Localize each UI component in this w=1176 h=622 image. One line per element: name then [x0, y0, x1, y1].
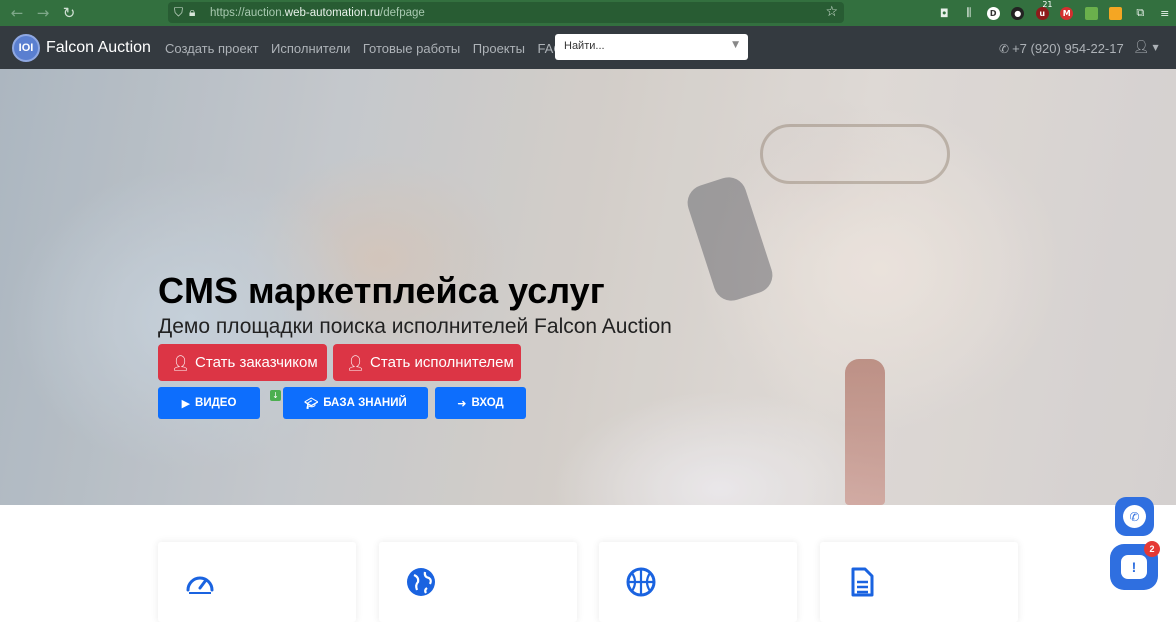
- pocket-icon[interactable]: ◘: [932, 4, 957, 22]
- viber-icon: ✆: [1123, 505, 1146, 528]
- lock-icon[interactable]: 🔒︎: [189, 5, 204, 20]
- viber-widget-button[interactable]: ✆: [1115, 497, 1154, 536]
- user-icon: 👤︎: [346, 354, 365, 372]
- document-icon: [846, 566, 878, 598]
- bookmark-star-icon[interactable]: ☆: [825, 4, 838, 20]
- brand-name: Falcon Auction: [46, 39, 151, 57]
- phone-number: +7 (920) 954-22-17: [1012, 41, 1124, 56]
- extension-badge: 21: [1042, 0, 1052, 9]
- reload-icon[interactable]: ↻: [56, 0, 82, 26]
- browser-toolbar: ← → ↻ ⛉ 🔒︎ https://auction.web-automatio…: [0, 0, 1176, 26]
- download-icon[interactable]: ↓: [270, 390, 281, 401]
- knowledge-base-button[interactable]: 🎓︎ БАЗА ЗНАНИЙ: [283, 387, 428, 419]
- adblock-extension-icon[interactable]: ●: [1006, 4, 1031, 22]
- brand-logo-icon: IOI: [12, 34, 40, 62]
- speedometer-icon: [184, 566, 216, 598]
- nav-link-create-project[interactable]: Создать проект: [165, 41, 259, 56]
- become-performer-button[interactable]: 👤︎ Стать исполнителем: [333, 344, 521, 381]
- translate-extension-icon[interactable]: [1104, 4, 1129, 22]
- user-icon: 👤︎: [1133, 40, 1150, 55]
- download-extension-icon[interactable]: [1079, 4, 1104, 22]
- chat-icon: !: [1121, 555, 1147, 579]
- knowledge-base-label: БАЗА ЗНАНИЙ: [323, 397, 407, 409]
- back-arrow-icon[interactable]: ←: [4, 0, 30, 26]
- youtube-icon: ▶: [182, 397, 190, 410]
- globe-icon: [405, 566, 437, 598]
- whatsapp-icon: ✆: [999, 42, 1009, 56]
- feature-card: [158, 542, 356, 622]
- become-performer-label: Стать исполнителем: [370, 354, 514, 371]
- sign-in-icon: ➜: [457, 397, 466, 410]
- nav-links: Создать проект Исполнители Готовые работ…: [165, 41, 576, 56]
- brand[interactable]: IOI Falcon Auction: [12, 34, 151, 62]
- feature-card: [820, 542, 1018, 622]
- hero-subtitle: Демо площадки поиска исполнителей Falcon…: [158, 315, 672, 339]
- nav-link-projects[interactable]: Проекты: [473, 41, 525, 56]
- phone-contact[interactable]: ✆ +7 (920) 954-22-17: [999, 41, 1124, 56]
- search-placeholder: Найти...: [564, 40, 605, 52]
- nav-link-ready-works[interactable]: Готовые работы: [363, 41, 460, 56]
- shield-icon[interactable]: ⛉: [174, 5, 189, 20]
- video-button[interactable]: ▶ ВИДЕО: [158, 387, 260, 419]
- feature-card: [379, 542, 577, 622]
- feature-card: [599, 542, 797, 622]
- graduation-cap-icon: 🎓︎: [304, 397, 318, 410]
- library-icon[interactable]: ⫼: [957, 4, 982, 22]
- nav-link-performers[interactable]: Исполнители: [271, 41, 350, 56]
- address-bar[interactable]: ⛉ 🔒︎ https://auction.web-automation.ru/d…: [168, 2, 844, 23]
- forward-arrow-icon[interactable]: →: [30, 0, 56, 26]
- login-label: ВХОД: [471, 397, 503, 409]
- profile-extension-icon[interactable]: D: [981, 4, 1006, 22]
- login-button[interactable]: ➜ ВХОД: [435, 387, 526, 419]
- video-label: ВИДЕО: [195, 397, 236, 409]
- basketball-icon: [625, 566, 657, 598]
- caret-down-icon: ▼: [732, 40, 739, 50]
- caret-down-icon: ▼: [1153, 43, 1159, 52]
- url-text: https://auction.web-automation.ru/defpag…: [210, 7, 425, 19]
- extensions-row: ◘ ⫼ D ● u21 M ⧉ ≡: [932, 4, 1176, 22]
- ublock-extension-icon[interactable]: u21: [1030, 4, 1055, 22]
- become-customer-label: Стать заказчиком: [195, 354, 318, 371]
- chat-notification-badge: 2: [1144, 541, 1160, 557]
- extension-puzzle-icon[interactable]: ⧉: [1128, 4, 1153, 22]
- become-customer-button[interactable]: 👤︎ Стать заказчиком: [158, 344, 327, 381]
- hero-title: CMS маркетплейса услуг: [158, 270, 605, 312]
- menu-icon[interactable]: ≡: [1153, 4, 1176, 22]
- mail-extension-icon[interactable]: M: [1055, 4, 1080, 22]
- user-menu[interactable]: 👤︎ ▼: [1133, 40, 1159, 55]
- search-select[interactable]: Найти... ▼: [555, 34, 748, 60]
- site-navbar: IOI Falcon Auction Создать проект Исполн…: [0, 26, 1176, 69]
- features-section: [0, 505, 1176, 609]
- user-icon: 👤︎: [171, 354, 190, 372]
